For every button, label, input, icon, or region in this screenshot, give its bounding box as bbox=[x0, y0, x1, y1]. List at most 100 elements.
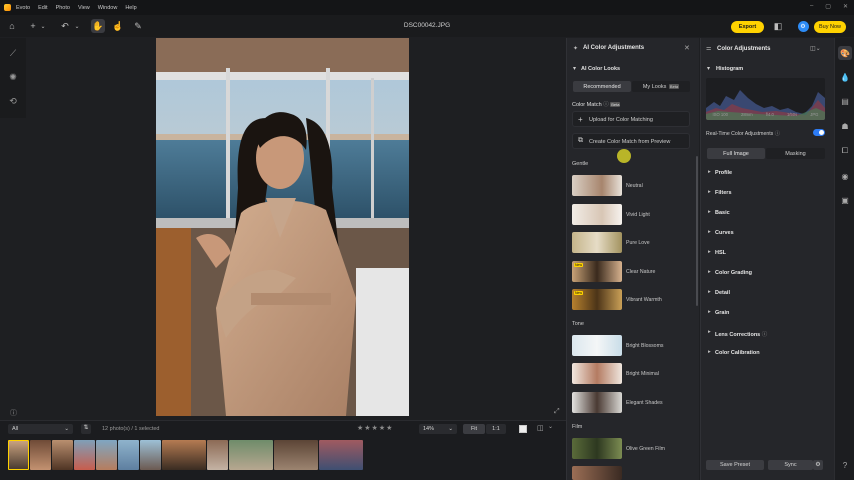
maximize-button[interactable]: ▢ bbox=[825, 3, 831, 10]
section-curves[interactable]: Curves bbox=[715, 230, 734, 236]
color-adjustments-title: Color Adjustments bbox=[717, 46, 771, 52]
section-color-calibration[interactable]: Color Calibration bbox=[715, 350, 760, 356]
tab-full-image[interactable]: Full Image bbox=[707, 148, 765, 159]
realtime-toggle[interactable] bbox=[813, 129, 825, 136]
right-rail: 🎨 💧 ▤ ☗ ⧠ ◉ ▣ ? bbox=[834, 38, 854, 480]
look-thumb-clear-nature[interactable]: New bbox=[572, 261, 622, 282]
history-icon[interactable]: ⟲ bbox=[6, 94, 20, 108]
section-profile[interactable]: Profile bbox=[715, 170, 732, 176]
look-thumb-olive-green-film[interactable] bbox=[572, 438, 622, 459]
filter-select[interactable]: All ⌄ bbox=[8, 424, 73, 434]
zoom-select[interactable]: 14% ⌄ bbox=[419, 424, 457, 434]
menu-window[interactable]: Window bbox=[98, 5, 118, 11]
create-color-match-button[interactable]: ⧉ Create Color Match from Preview bbox=[572, 133, 690, 149]
compare-view-icon[interactable]: ◫ bbox=[537, 424, 544, 432]
thumbnail[interactable] bbox=[30, 440, 51, 470]
minimize-button[interactable]: – bbox=[810, 3, 813, 10]
look-thumb-elegant-shades[interactable] bbox=[572, 392, 622, 413]
ai-panel-scrollbar[interactable] bbox=[696, 156, 698, 306]
adjust-tool-icon[interactable]: ⟋ bbox=[6, 46, 20, 60]
drop-icon[interactable]: 💧 bbox=[840, 72, 850, 82]
thumbnail[interactable] bbox=[274, 440, 318, 470]
thumbnail[interactable] bbox=[140, 440, 161, 470]
close-window-button[interactable]: ✕ bbox=[843, 3, 848, 10]
info-icon[interactable]: ⓘ bbox=[762, 332, 768, 338]
thumbnail[interactable] bbox=[229, 440, 273, 470]
section-basic[interactable]: Basic bbox=[715, 210, 730, 216]
background-icon[interactable]: ▣ bbox=[840, 195, 850, 205]
buy-now-button[interactable]: Buy Now bbox=[814, 21, 846, 33]
section-detail[interactable]: Detail bbox=[715, 290, 730, 296]
new-badge: New bbox=[574, 263, 584, 267]
tab-masking[interactable]: Masking bbox=[766, 148, 825, 159]
exif-format: JPG bbox=[810, 112, 819, 117]
look-thumb-vivid-light[interactable] bbox=[572, 204, 622, 225]
upload-color-match-button[interactable]: + Upload for Color Matching bbox=[572, 111, 690, 127]
menu-photo[interactable]: Photo bbox=[56, 5, 70, 11]
sync-settings-icon[interactable]: ⚙ bbox=[813, 460, 823, 470]
info-icon[interactable]: ⓘ bbox=[775, 131, 780, 137]
tab-my-looks-label: My Looks bbox=[642, 83, 667, 90]
export-button[interactable]: Export bbox=[731, 21, 764, 33]
look-thumb-neutral[interactable] bbox=[572, 175, 622, 196]
thumbnail[interactable] bbox=[118, 440, 139, 470]
thumbnail[interactable] bbox=[52, 440, 73, 470]
portrait-icon[interactable]: ☗ bbox=[840, 121, 850, 131]
view-chevron-icon[interactable]: ⌄ bbox=[548, 423, 553, 430]
look-thumb-vibrant-warmth[interactable]: New bbox=[572, 289, 622, 310]
expand-icon[interactable]: ⤢ bbox=[554, 408, 560, 416]
menu-edit[interactable]: Edit bbox=[38, 5, 47, 11]
upload-color-match-label: Upload for Color Matching bbox=[589, 117, 653, 123]
menu-help[interactable]: Help bbox=[125, 5, 136, 11]
crop-tool-icon[interactable]: ⧠ bbox=[840, 146, 850, 156]
menu-app[interactable]: Evoto bbox=[16, 5, 30, 11]
camera-icon[interactable]: ◉ bbox=[840, 171, 850, 181]
look-thumb-bright-minimal[interactable] bbox=[572, 363, 622, 384]
ai-sparkle-icon: ✦ bbox=[573, 46, 579, 52]
left-toolbar: ⟋ ✺ ⟲ bbox=[0, 38, 26, 118]
info-icon[interactable]: ⓘ bbox=[10, 408, 17, 418]
tab-recommended[interactable]: Recommended bbox=[573, 81, 631, 92]
collapse-chevron-icon[interactable]: ▾ bbox=[573, 65, 576, 72]
help-icon[interactable]: ? bbox=[840, 460, 850, 470]
thumbnail[interactable] bbox=[319, 440, 363, 470]
look-thumb-pure-love[interactable] bbox=[572, 232, 622, 253]
look-thumb-bright-blossoms[interactable] bbox=[572, 335, 622, 356]
section-hsl[interactable]: HSL bbox=[715, 250, 726, 256]
chevron-right-icon: ▸ bbox=[708, 349, 711, 355]
effects-icon[interactable]: ✺ bbox=[6, 70, 20, 84]
section-lens-corrections[interactable]: Lens Corrections ⓘ bbox=[715, 330, 767, 338]
section-grain[interactable]: Grain bbox=[715, 310, 729, 316]
one-to-one-button[interactable]: 1:1 bbox=[486, 424, 506, 434]
menu-view[interactable]: View bbox=[78, 5, 90, 11]
chevron-right-icon: ▸ bbox=[708, 249, 711, 255]
section-filters[interactable]: Filters bbox=[715, 190, 732, 196]
save-preset-button[interactable]: Save Preset bbox=[706, 460, 764, 470]
main-photo[interactable] bbox=[156, 38, 409, 416]
palette-icon[interactable]: 🎨 bbox=[838, 46, 852, 60]
look-thumb-partial[interactable] bbox=[572, 466, 622, 480]
rating-stars[interactable]: ★★★★★ bbox=[357, 424, 393, 432]
chevron-down-icon: ⌄ bbox=[64, 426, 69, 432]
look-label: Clear Nature bbox=[626, 269, 656, 275]
thumbnail[interactable] bbox=[207, 440, 228, 470]
realtime-label: Real-Time Color Adjustments ⓘ bbox=[706, 130, 780, 137]
single-view-icon[interactable] bbox=[519, 425, 527, 433]
thumbnail[interactable] bbox=[162, 440, 206, 470]
thumbnail[interactable] bbox=[96, 440, 117, 470]
section-lens-corrections-label: Lens Corrections bbox=[715, 332, 761, 338]
section-color-grading[interactable]: Color Grading bbox=[715, 270, 752, 276]
exif-aperture: f/4.0 bbox=[765, 112, 774, 117]
beta-badge: Beta bbox=[668, 83, 680, 89]
panel-layout-icon[interactable]: ◫⌄ bbox=[810, 45, 821, 52]
sync-button[interactable]: Sync bbox=[768, 460, 813, 470]
sort-icon[interactable]: ⇅ bbox=[81, 424, 91, 434]
info-icon[interactable]: ⓘ bbox=[603, 102, 609, 108]
collapse-chevron-icon[interactable]: ▾ bbox=[707, 65, 710, 72]
thumbnail[interactable] bbox=[74, 440, 95, 470]
tab-my-looks[interactable]: My Looks Beta bbox=[632, 81, 690, 92]
fit-button[interactable]: Fit bbox=[463, 424, 485, 434]
close-icon[interactable]: ✕ bbox=[684, 44, 690, 52]
layers-icon[interactable]: ▤ bbox=[840, 96, 850, 106]
thumbnail[interactable] bbox=[8, 440, 29, 470]
